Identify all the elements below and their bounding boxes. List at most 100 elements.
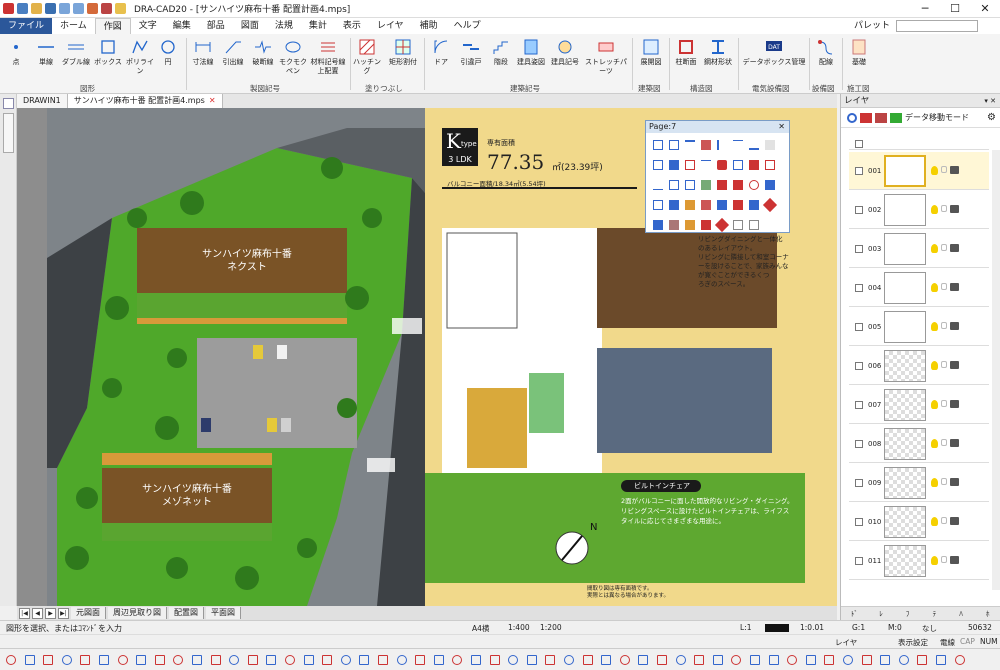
layer-thumbnail[interactable]	[884, 193, 926, 226]
open-icon[interactable]	[31, 3, 42, 14]
tool-icon[interactable]	[685, 200, 695, 210]
snap-tool-icon[interactable]	[229, 655, 240, 665]
layer-thumbnail[interactable]	[884, 505, 926, 538]
tool-icon[interactable]	[717, 160, 727, 170]
snap-tool-icon[interactable]	[452, 655, 463, 665]
layer-checkbox[interactable]	[855, 322, 863, 331]
menu-parts[interactable]: 部品	[199, 18, 233, 34]
layer-checkbox[interactable]	[855, 478, 863, 487]
snap-tool-icon[interactable]	[303, 655, 314, 665]
snap-tool-icon[interactable]	[880, 655, 891, 665]
printer-icon[interactable]	[950, 361, 959, 369]
sheet-tab-original[interactable]: 元図面	[71, 607, 106, 619]
menu-text[interactable]: 文字	[131, 18, 165, 34]
monitor-red-icon[interactable]	[860, 112, 872, 123]
tool-icon[interactable]	[749, 220, 759, 230]
layer-row[interactable]: 004	[849, 269, 989, 307]
lock-icon[interactable]	[941, 244, 947, 251]
layer-checkbox[interactable]	[855, 517, 863, 526]
snap-tool-icon[interactable]	[954, 655, 965, 665]
snap-tool-icon[interactable]	[638, 655, 649, 665]
lock-icon[interactable]	[941, 556, 947, 563]
tool-icon[interactable]	[717, 140, 727, 150]
app-icon[interactable]	[3, 3, 14, 14]
palette-dropdown[interactable]: パレット	[854, 18, 890, 34]
snap-tool-icon[interactable]	[471, 655, 481, 665]
layer-checkbox[interactable]	[855, 166, 863, 175]
first-sheet-icon[interactable]: |◀	[19, 607, 30, 619]
layer-thumbnail[interactable]	[884, 232, 926, 265]
layer-checkbox[interactable]	[855, 283, 863, 292]
snap-tool-icon[interactable]	[359, 655, 370, 665]
undo-icon[interactable]	[59, 3, 70, 14]
bottom-tab[interactable]: ﾚ	[868, 607, 895, 620]
column-section-button[interactable]: 柱断面	[672, 38, 700, 67]
snap-icon[interactable]	[3, 98, 14, 109]
settings-gear-icon[interactable]: ⚙	[987, 112, 996, 123]
visibility-bulb-icon[interactable]	[931, 556, 938, 565]
snap-tool-icon[interactable]	[433, 655, 444, 665]
layer-row[interactable]: 010	[849, 503, 989, 541]
palette-close-icon[interactable]: ✕	[778, 121, 785, 133]
layer-checkbox[interactable]	[855, 244, 863, 253]
snap-tool-icon[interactable]	[712, 655, 723, 665]
sidebar-tab[interactable]	[3, 113, 14, 153]
printer-icon[interactable]	[950, 205, 959, 213]
tool-icon[interactable]	[762, 197, 778, 213]
color-swatch[interactable]	[765, 624, 789, 632]
page-palette[interactable]: Page:7 ✕	[645, 120, 790, 233]
snap-tool-icon[interactable]	[489, 655, 500, 665]
tool-icon[interactable]	[669, 160, 679, 170]
page-palette-title[interactable]: Page:7 ✕	[646, 121, 789, 133]
visibility-bulb-icon[interactable]	[931, 205, 938, 214]
bottom-tab[interactable]: ﾃ	[921, 607, 948, 620]
snap-tool-icon[interactable]	[117, 655, 128, 665]
layer-checkbox[interactable]	[855, 400, 863, 409]
leader-button[interactable]: 引出線	[219, 38, 247, 67]
snap-tool-icon[interactable]	[192, 655, 202, 665]
tool-icon[interactable]	[701, 220, 711, 230]
visibility-bulb-icon[interactable]	[931, 361, 938, 370]
layer-thumbnail[interactable]	[884, 349, 926, 382]
point-button[interactable]: 点	[2, 38, 30, 67]
menu-layer[interactable]: レイヤ	[369, 18, 412, 34]
snap-tool-icon[interactable]	[508, 655, 519, 665]
snap-tool-icon[interactable]	[378, 655, 388, 665]
tool-icon[interactable]	[669, 180, 679, 190]
tool-icon[interactable]	[749, 140, 759, 150]
visibility-bulb-icon[interactable]	[931, 478, 938, 487]
tool-icon[interactable]	[685, 160, 695, 170]
snap-tool-icon[interactable]	[675, 655, 686, 665]
snap-tool-icon[interactable]	[210, 655, 221, 665]
wiring-button[interactable]: 配線	[812, 38, 840, 67]
tool-icon[interactable]	[669, 140, 679, 150]
snap-tool-icon[interactable]	[340, 655, 351, 665]
tool-icon[interactable]	[765, 180, 775, 190]
lock-icon[interactable]	[941, 439, 947, 446]
snap-tool-icon[interactable]	[173, 655, 184, 665]
snap-tool-icon[interactable]	[80, 655, 91, 665]
maximize-button[interactable]: ☐	[940, 0, 970, 18]
tool-icon[interactable]	[701, 200, 711, 210]
snap-tool-icon[interactable]	[526, 655, 537, 665]
sliding-door-button[interactable]: 引違戸	[457, 38, 485, 67]
layer-thumbnail[interactable]	[884, 271, 926, 304]
monitor-green-icon[interactable]	[890, 112, 902, 123]
snap-tool-icon[interactable]	[768, 655, 779, 665]
cloud-pen-button[interactable]: モクモクペン	[279, 38, 307, 76]
layer-checkbox[interactable]	[855, 556, 863, 565]
tool-icon[interactable]	[685, 140, 695, 150]
snap-tool-icon[interactable]	[787, 655, 798, 665]
tab-close-icon[interactable]: ✕	[209, 96, 216, 105]
visibility-bulb-icon[interactable]	[931, 283, 938, 292]
snap-tool-icon[interactable]	[824, 655, 835, 665]
pdf-icon[interactable]	[101, 3, 112, 14]
snap-tool-icon[interactable]	[898, 655, 909, 665]
visibility-bulb-icon[interactable]	[931, 166, 938, 175]
visibility-bulb-icon[interactable]	[931, 439, 938, 448]
refresh-icon[interactable]	[847, 112, 857, 123]
layer-row[interactable]: 009	[849, 464, 989, 502]
monitor-icon[interactable]	[875, 112, 887, 123]
snap-tool-icon[interactable]	[861, 655, 872, 665]
printer-icon[interactable]	[950, 244, 959, 252]
